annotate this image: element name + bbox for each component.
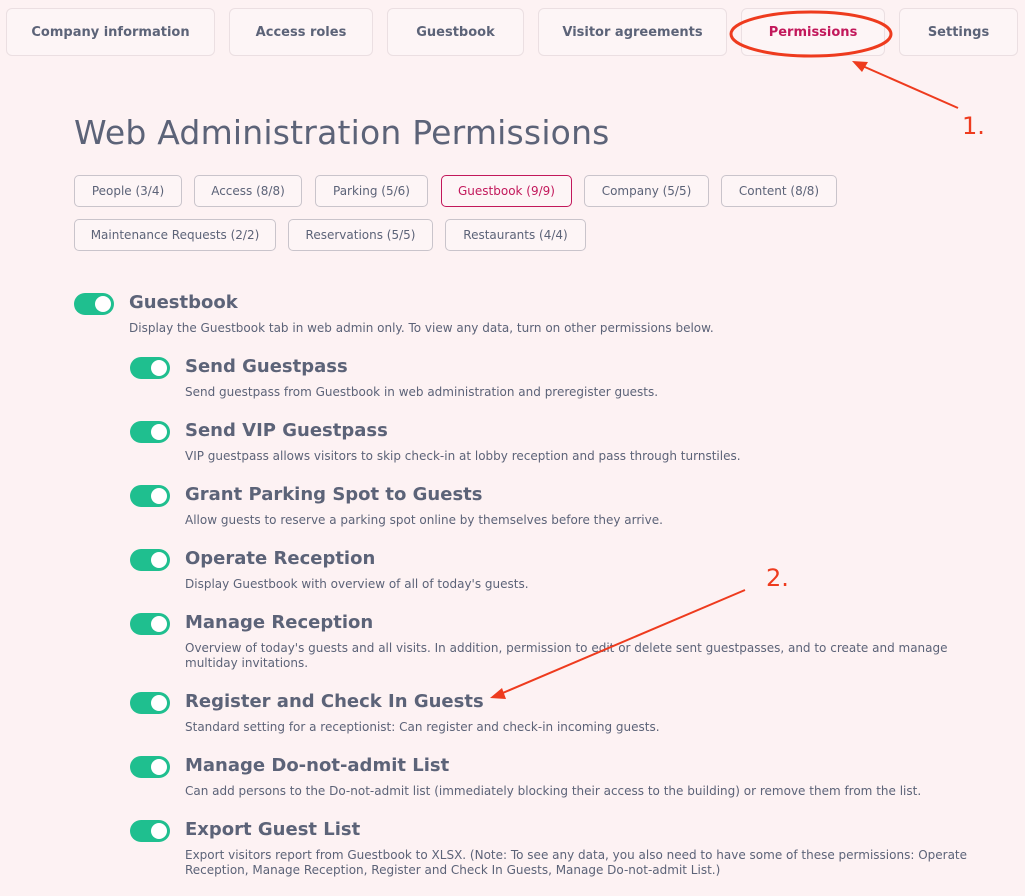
tab-label: Guestbook (416, 24, 495, 40)
arrow-head-1 (852, 61, 868, 72)
perm-desc-guestbook: Display the Guestbook tab in web admin o… (129, 321, 714, 335)
tab-access-roles[interactable]: Access roles (229, 8, 373, 56)
toggle-export-guest-list[interactable] (130, 820, 170, 842)
perm-desc-operate-reception: Display Guestbook with overview of all o… (185, 577, 529, 591)
perm-title-grant-parking-spot: Grant Parking Spot to Guests (185, 484, 483, 505)
tab-label: Settings (927, 24, 990, 40)
arrow-head-2 (490, 688, 506, 699)
annotation-label-1: 1. (962, 112, 985, 140)
chip-label: Guestbook (9/9) (458, 184, 555, 198)
annotation-label-2: 2. (766, 564, 789, 592)
tab-company-information[interactable]: Company information (6, 8, 215, 56)
chip-label: Access (8/8) (211, 184, 285, 198)
page-title: Web Administration Permissions (74, 113, 610, 152)
chip-label: Maintenance Requests (2/2) (90, 228, 260, 242)
toggle-grant-parking-spot[interactable] (130, 485, 170, 507)
toggle-knob (151, 759, 167, 775)
toggle-knob (151, 695, 167, 711)
tab-label: Visitor agreements (562, 24, 703, 40)
perm-title-register-check-in: Register and Check In Guests (185, 691, 484, 712)
tab-label: Access roles (255, 24, 347, 40)
chip-reservations[interactable]: Reservations (5/5) (288, 219, 433, 251)
perm-title-operate-reception: Operate Reception (185, 548, 376, 569)
perm-title-send-vip-guestpass: Send VIP Guestpass (185, 420, 388, 441)
toggle-knob (95, 296, 111, 312)
tab-guestbook[interactable]: Guestbook (387, 8, 524, 56)
chip-maintenance-requests[interactable]: Maintenance Requests (2/2) (74, 219, 276, 251)
tab-permissions[interactable]: Permissions (741, 8, 885, 56)
perm-desc-send-guestpass: Send guestpass from Guestbook in web adm… (185, 385, 659, 399)
chip-access[interactable]: Access (8/8) (194, 175, 302, 207)
perm-desc-export-guest-list: Export visitors report from Guestbook to… (185, 848, 968, 877)
toggle-operate-reception[interactable] (130, 549, 170, 571)
perm-desc-register-check-in: Standard setting for a receptionist: Can… (185, 720, 660, 734)
chip-people[interactable]: People (3/4) (74, 175, 182, 207)
permissions-page: Company information Access roles Guestbo… (0, 0, 1025, 896)
toggle-knob (151, 488, 167, 504)
tab-settings[interactable]: Settings (899, 8, 1018, 56)
tab-label: Company information (31, 24, 190, 40)
chip-company[interactable]: Company (5/5) (584, 175, 709, 207)
perm-title-send-guestpass: Send Guestpass (185, 356, 348, 377)
chip-label: People (3/4) (91, 184, 165, 198)
chip-restaurants[interactable]: Restaurants (4/4) (445, 219, 586, 251)
toggle-knob (151, 823, 167, 839)
tab-visitor-agreements[interactable]: Visitor agreements (538, 8, 727, 56)
chip-parking[interactable]: Parking (5/6) (315, 175, 428, 207)
arrow-line-1 (857, 63, 959, 109)
perm-title-guestbook: Guestbook (129, 292, 238, 313)
chip-guestbook[interactable]: Guestbook (9/9) (441, 175, 572, 207)
toggle-send-guestpass[interactable] (130, 357, 170, 379)
toggle-manage-reception[interactable] (130, 613, 170, 635)
chip-label: Parking (5/6) (333, 184, 410, 198)
perm-title-manage-reception: Manage Reception (185, 612, 374, 633)
perm-desc-grant-parking-spot: Allow guests to reserve a parking spot o… (185, 513, 663, 527)
toggle-knob (151, 616, 167, 632)
chip-label: Company (5/5) (601, 184, 692, 198)
chip-label: Reservations (5/5) (305, 228, 416, 242)
toggle-manage-do-not-admit[interactable] (130, 756, 170, 778)
tab-label: Permissions (768, 24, 858, 40)
chip-label: Content (8/8) (738, 184, 820, 198)
toggle-register-check-in[interactable] (130, 692, 170, 714)
perm-desc-send-vip-guestpass: VIP guestpass allows visitors to skip ch… (185, 449, 741, 463)
chip-content[interactable]: Content (8/8) (721, 175, 837, 207)
toggle-send-vip-guestpass[interactable] (130, 421, 170, 443)
perm-desc-manage-reception: Overview of today's guests and all visit… (185, 641, 948, 670)
toggle-knob (151, 552, 167, 568)
perm-desc-manage-do-not-admit: Can add persons to the Do-not-admit list… (185, 784, 922, 798)
toggle-guestbook[interactable] (74, 293, 114, 315)
perm-title-export-guest-list: Export Guest List (185, 819, 361, 840)
toggle-knob (151, 424, 167, 440)
chip-label: Restaurants (4/4) (463, 228, 568, 242)
perm-title-manage-do-not-admit: Manage Do-not-admit List (185, 755, 450, 776)
toggle-knob (151, 360, 167, 376)
